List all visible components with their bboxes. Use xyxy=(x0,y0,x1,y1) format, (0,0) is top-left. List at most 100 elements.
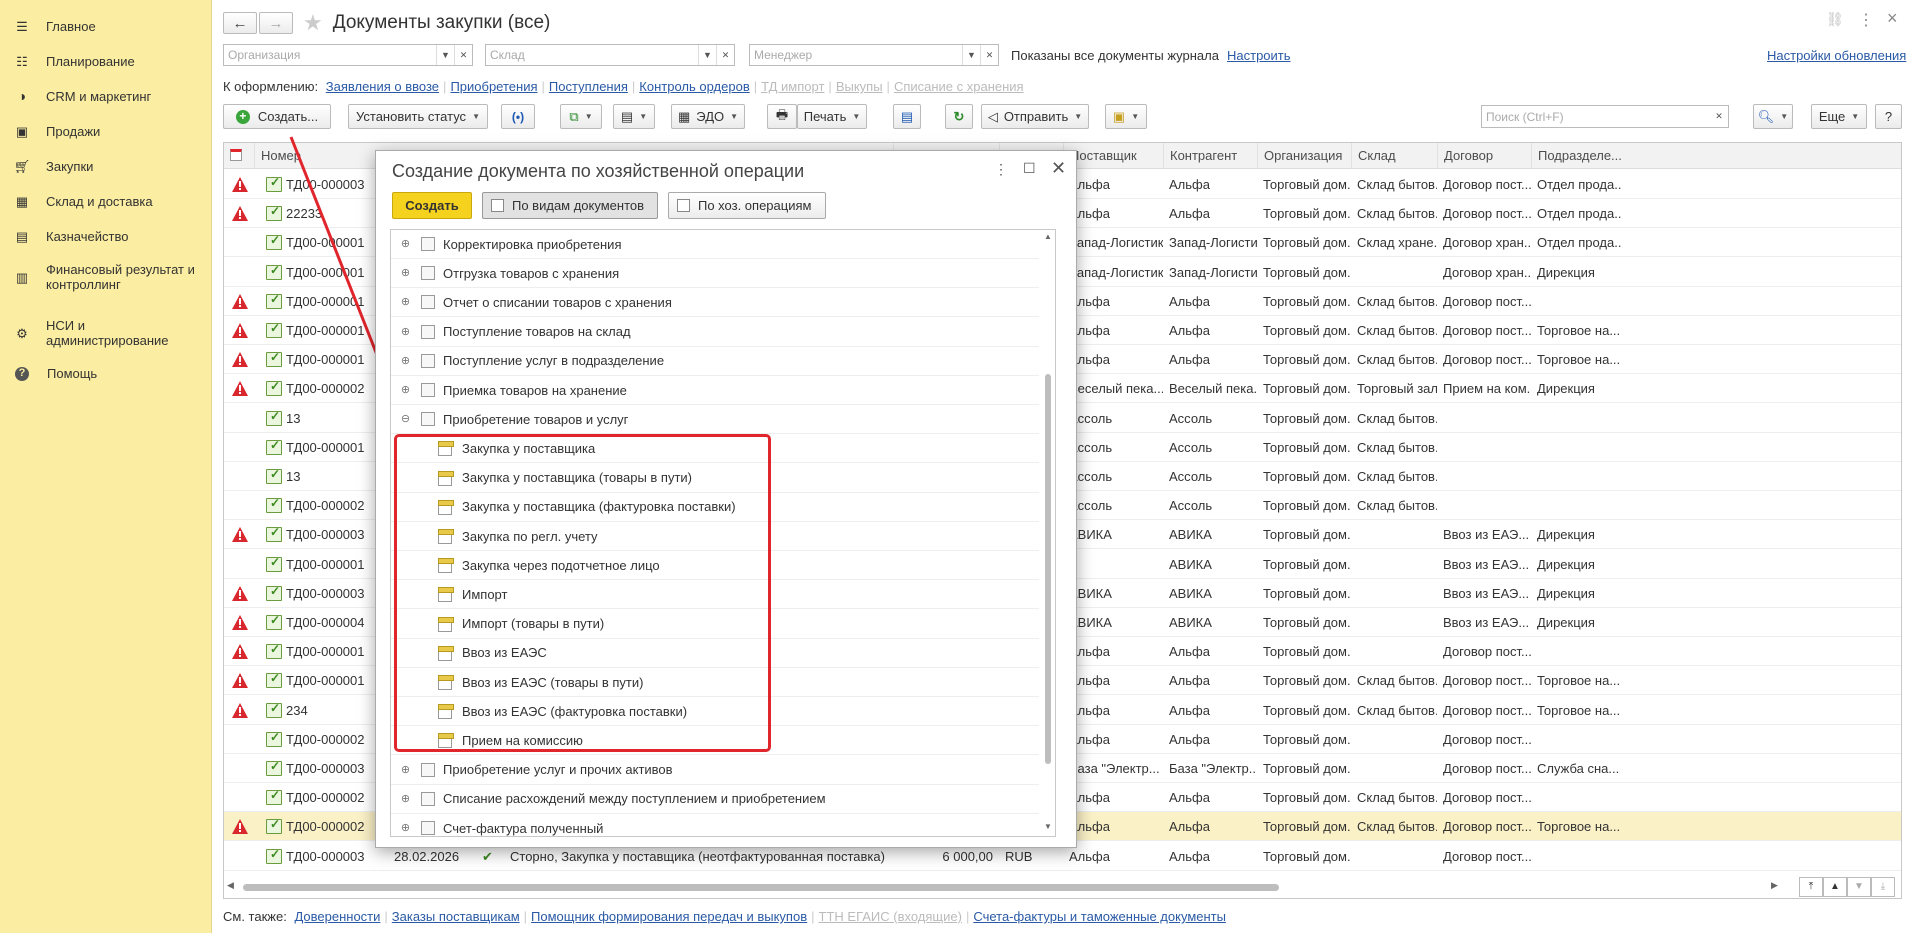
tree-item[interactable]: Закупка по регл. учету xyxy=(391,522,1039,551)
tree-group[interactable]: ⊖ Приобретение товаров и услуг xyxy=(391,405,1039,435)
tree-item[interactable]: Закупка у поставщика (товары в пути) xyxy=(391,464,1039,493)
column-header[interactable]: Организация xyxy=(1257,143,1351,169)
edo-button[interactable]: ▦ ЭДО ▼ xyxy=(671,104,745,129)
sidebar-item-2[interactable]: ◑ CRM и маркетинг xyxy=(0,88,212,104)
tree-item[interactable]: Прием на комиссию xyxy=(391,726,1039,756)
tree-group[interactable]: ⊕ Корректировка приобретения xyxy=(391,230,1039,259)
print-icon-button[interactable]: 🖶 xyxy=(767,104,797,129)
update-settings-link[interactable]: Настройки обновления xyxy=(1767,48,1906,63)
back-button[interactable]: ← xyxy=(223,12,257,34)
todo-link-2[interactable]: Поступления xyxy=(549,79,628,94)
tree-item[interactable]: Импорт (товары в пути) xyxy=(391,610,1039,639)
first-row-button[interactable]: ⤒ xyxy=(1799,877,1823,897)
scroll-thumb[interactable] xyxy=(243,884,1279,891)
by-document-types-toggle[interactable]: По видам документов xyxy=(482,192,658,219)
related-documents-button[interactable]: ▤ ▼ xyxy=(613,104,655,129)
sidebar-item-1[interactable]: ☷ Планирование xyxy=(0,53,212,69)
organization-filter[interactable]: Организация ▼ ✕ xyxy=(223,44,473,66)
attachments-button[interactable]: ▣ ▼ xyxy=(1105,104,1147,129)
scroll-down-icon[interactable]: ▼ xyxy=(1044,822,1052,831)
search-button[interactable]: 🔍︎ ▼ xyxy=(1753,104,1793,129)
tree-group[interactable]: ⊕ Отчет о списании товаров с хранения xyxy=(391,288,1039,318)
tree-item[interactable]: Ввоз из ЕАЭС (товары в пути) xyxy=(391,668,1039,697)
tree-group[interactable]: ⊕ Отгрузка товаров с хранения xyxy=(391,259,1039,289)
expand-icon[interactable]: ⊕ xyxy=(400,296,411,308)
scroll-left-icon[interactable]: ◀ xyxy=(227,880,234,891)
tree-item[interactable]: Ввоз из ЕАЭС (фактуровка поставки) xyxy=(391,697,1039,727)
report-button[interactable]: ▤ xyxy=(893,104,921,129)
print-button[interactable]: Печать ▼ xyxy=(797,104,867,129)
close-icon[interactable]: × xyxy=(1887,8,1898,29)
horizontal-scrollbar[interactable]: ◀ ▶ xyxy=(223,880,1783,894)
todo-link-3[interactable]: Контроль ордеров xyxy=(639,79,749,94)
chevron-down-icon[interactable]: ▼ xyxy=(962,45,980,65)
copy-documents-button[interactable]: ⧉ ▼ xyxy=(560,104,602,129)
sidebar-item-8[interactable]: ⚙ НСИ и администрирование xyxy=(0,318,212,348)
sidebar-item-5[interactable]: ▦ Склад и доставка xyxy=(0,193,212,209)
todo-link-1[interactable]: Приобретения xyxy=(450,79,537,94)
column-header[interactable]: Склад xyxy=(1351,143,1437,169)
vertical-scrollbar[interactable]: ▲ ▼ xyxy=(1043,232,1053,832)
tree-item[interactable]: Ввоз из ЕАЭС xyxy=(391,639,1039,668)
prev-row-button[interactable]: ▲ xyxy=(1823,877,1847,897)
sidebar-item-3[interactable]: ▣ Продажи xyxy=(0,123,212,139)
status-column-header[interactable] xyxy=(224,143,254,169)
sidebar-item-4[interactable]: 🛒︎ Закупки xyxy=(0,158,212,174)
tree-group[interactable]: ⊕ Списание расхождений между поступлением… xyxy=(391,785,1039,814)
see-also-link-2[interactable]: Помощник формирования передач и выкупов xyxy=(531,909,807,924)
link-icon[interactable]: ⛓ xyxy=(1826,11,1844,28)
scroll-thumb[interactable] xyxy=(1045,374,1051,764)
todo-link-0[interactable]: Заявления о ввозе xyxy=(326,79,439,94)
more-menu-icon[interactable]: ⋮ xyxy=(1858,10,1874,30)
dialog-more-icon[interactable]: ⋮ xyxy=(994,161,1008,178)
create-button[interactable]: + Создать... xyxy=(223,104,331,129)
expand-icon[interactable]: ⊕ xyxy=(400,384,411,396)
expand-icon[interactable]: ⊕ xyxy=(400,793,411,805)
tree-group[interactable]: ⊕ Счет-фактура полученный xyxy=(391,814,1039,836)
column-header[interactable]: Подразделе... xyxy=(1531,143,1621,169)
column-header[interactable]: Контрагент xyxy=(1163,143,1257,169)
tree-group[interactable]: ⊕ Приобретение услуг и прочих активов xyxy=(391,756,1039,785)
clear-icon[interactable]: ✕ xyxy=(980,45,998,65)
column-header[interactable]: Договор xyxy=(1437,143,1531,169)
expand-icon[interactable]: ⊕ xyxy=(400,267,411,279)
tree-item[interactable]: Закупка у поставщика xyxy=(391,434,1039,464)
sidebar-item-0[interactable]: ☰ Главное xyxy=(0,18,212,34)
expand-icon[interactable]: ⊕ xyxy=(400,326,411,338)
expand-icon[interactable]: ⊕ xyxy=(400,764,411,776)
search-field[interactable]: Поиск (Ctrl+F) ✕ xyxy=(1481,105,1729,128)
help-button[interactable]: ? xyxy=(1875,104,1902,129)
expand-icon[interactable]: ⊕ xyxy=(400,355,411,367)
expand-icon[interactable]: ⊕ xyxy=(400,822,411,834)
scroll-right-icon[interactable]: ▶ xyxy=(1771,880,1778,891)
set-status-button[interactable]: Установить статус ▼ xyxy=(348,104,488,129)
tree-item[interactable]: Импорт xyxy=(391,580,1039,610)
dialog-close-icon[interactable]: ✕ xyxy=(1051,158,1066,179)
configure-link[interactable]: Настроить xyxy=(1227,48,1291,63)
expand-icon[interactable]: ⊕ xyxy=(400,238,411,250)
clear-icon[interactable]: ✕ xyxy=(454,45,472,65)
see-also-link-4[interactable]: Счета-фактуры и таможенные документы xyxy=(973,909,1226,924)
column-header[interactable]: Поставщик xyxy=(1063,143,1163,169)
chevron-down-icon[interactable]: ▼ xyxy=(698,45,716,65)
more-button[interactable]: Еще ▼ xyxy=(1811,104,1867,129)
tree-group[interactable]: ⊕ Приемка товаров на хранение xyxy=(391,376,1039,405)
sidebar-item-7[interactable]: ▥ Финансовый результат и контроллинг xyxy=(0,262,212,292)
favorite-star-icon[interactable]: ★ xyxy=(303,10,323,36)
refresh-button[interactable]: ↻ xyxy=(945,104,973,129)
tree-item[interactable]: Закупка через подотчетное лицо xyxy=(391,551,1039,581)
scroll-up-icon[interactable]: ▲ xyxy=(1044,232,1052,241)
clear-search-icon[interactable]: ✕ xyxy=(1710,107,1728,127)
collapse-icon[interactable]: ⊖ xyxy=(400,413,411,425)
maximize-icon[interactable]: ☐ xyxy=(1023,160,1036,177)
tree-item[interactable]: Закупка у поставщика (фактуровка поставк… xyxy=(391,493,1039,522)
chevron-down-icon[interactable]: ▼ xyxy=(436,45,454,65)
tree-group[interactable]: ⊕ Поступление услуг в подразделение xyxy=(391,347,1039,376)
manager-filter[interactable]: Менеджер ▼ ✕ xyxy=(749,44,999,66)
forward-button[interactable]: → xyxy=(259,12,293,34)
see-also-link-0[interactable]: Доверенности xyxy=(294,909,380,924)
last-row-button[interactable]: ⤓ xyxy=(1871,877,1895,897)
tree-group[interactable]: ⊕ Поступление товаров на склад xyxy=(391,318,1039,347)
exchange-button[interactable]: (•) xyxy=(501,104,535,129)
see-also-link-1[interactable]: Заказы поставщикам xyxy=(392,909,520,924)
